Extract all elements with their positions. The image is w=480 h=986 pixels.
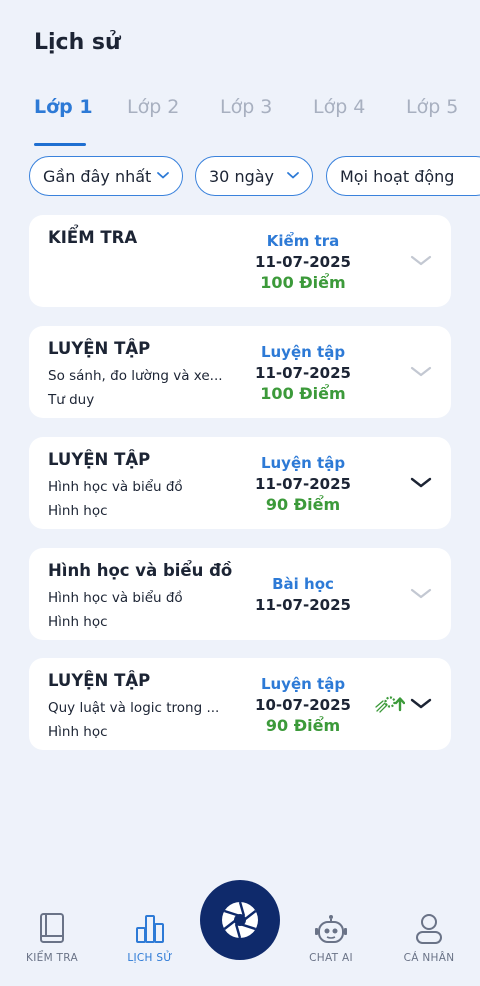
nav-test[interactable]: KIỂM TRA [4, 912, 100, 964]
history-card-title: LUYỆN TẬP [48, 339, 151, 358]
tab-lop-2[interactable]: Lớp 2 [127, 96, 179, 118]
chevron-down-icon [287, 172, 299, 179]
history-card[interactable]: LUYỆN TẬP So sánh, đo lường và xe... Tư … [29, 326, 451, 418]
tab-lop-5[interactable]: Lớp 5 [406, 96, 458, 118]
activity-filter-dropdown[interactable]: Mọi hoạt động [326, 156, 480, 196]
history-card-type: Luyện tập [260, 343, 346, 361]
history-card-topic: Quy luật và logic trong ... [48, 700, 220, 716]
shutter-icon [222, 901, 258, 939]
nav-chat-ai-label: CHAT AI [309, 952, 353, 964]
history-card-date: 11-07-2025 [255, 475, 351, 493]
center-action-button[interactable] [200, 880, 280, 960]
history-card-score: 100 Điểm [260, 384, 346, 403]
expand-chevron-icon[interactable] [410, 366, 432, 378]
chevron-down-icon [157, 172, 169, 179]
history-card-title: Hình học và biểu đồ [48, 561, 233, 580]
nav-chat-ai[interactable]: CHAT AI [283, 912, 379, 964]
history-card-score: 90 Điểm [265, 716, 341, 735]
history-card-score: 100 Điểm [260, 273, 346, 292]
history-card-topic: Hình học và biểu đồ [48, 590, 183, 606]
nav-history-label: LỊCH SỬ [127, 952, 173, 964]
history-card-category: Hình học [48, 724, 108, 740]
nav-profile-label: CÁ NHÂN [403, 952, 455, 964]
history-card-date: 11-07-2025 [255, 364, 351, 382]
expand-chevron-icon[interactable] [410, 698, 432, 710]
history-card-score: 90 Điểm [265, 495, 341, 514]
history-card[interactable]: LUYỆN TẬP Quy luật và logic trong ... Hì… [29, 658, 451, 750]
page-title: Lịch sử [34, 30, 121, 55]
nav-history[interactable]: LỊCH SỬ [102, 912, 198, 964]
history-card-category: Tư duy [48, 392, 95, 408]
history-card-category: Hình học [48, 503, 108, 519]
history-card-topic: So sánh, đo lường và xe... [48, 368, 223, 384]
tab-lop-4[interactable]: Lớp 4 [313, 96, 365, 118]
history-card-type: Kiểm tra [266, 232, 340, 250]
history-card[interactable]: KIỂM TRA Kiểm tra 11-07-2025 100 Điểm [29, 215, 451, 307]
history-card-category: Hình học [48, 614, 108, 630]
expand-chevron-icon[interactable] [410, 477, 432, 489]
history-card-topic: Hình học và biểu đồ [48, 479, 183, 495]
active-tab-indicator [34, 143, 86, 146]
history-card-date: 11-07-2025 [255, 253, 351, 271]
history-card-type: Luyện tập [260, 675, 346, 693]
sort-filter-value: Gần đây nhất [43, 166, 152, 186]
nav-test-label: KIỂM TRA [26, 952, 78, 964]
tab-lop-3[interactable]: Lớp 3 [220, 96, 272, 118]
expand-chevron-icon[interactable] [410, 588, 432, 600]
history-card-date: 10-07-2025 [255, 696, 351, 714]
history-card[interactable]: LUYỆN TẬP Hình học và biểu đồ Hình học L… [29, 437, 451, 529]
history-card-title: LUYỆN TẬP [48, 450, 151, 469]
history-card[interactable]: Hình học và biểu đồ Hình học và biểu đồ … [29, 548, 451, 640]
expand-chevron-icon[interactable] [410, 255, 432, 267]
robot-icon [315, 915, 347, 943]
history-card-title: LUYỆN TẬP [48, 671, 151, 690]
activity-filter-value: Mọi hoạt động [340, 166, 455, 186]
sort-filter-dropdown[interactable]: Gần đây nhất [29, 156, 183, 196]
bar-chart-icon [136, 915, 164, 943]
range-filter-dropdown[interactable]: 30 ngày [195, 156, 313, 196]
history-card-date: 11-07-2025 [255, 596, 351, 614]
nav-profile[interactable]: CÁ NHÂN [381, 912, 477, 964]
history-card-type: Bài học [272, 575, 334, 593]
book-icon [40, 913, 64, 943]
level-up-icon [375, 696, 405, 713]
tab-lop-1[interactable]: Lớp 1 [34, 96, 93, 118]
class-tabs: Lớp 1 Lớp 2 Lớp 3 Lớp 4 Lớp 5 [0, 96, 480, 146]
history-card-type: Luyện tập [260, 454, 346, 472]
user-icon [416, 914, 442, 944]
range-filter-value: 30 ngày [209, 166, 275, 186]
history-card-title: KIỂM TRA [48, 228, 138, 247]
